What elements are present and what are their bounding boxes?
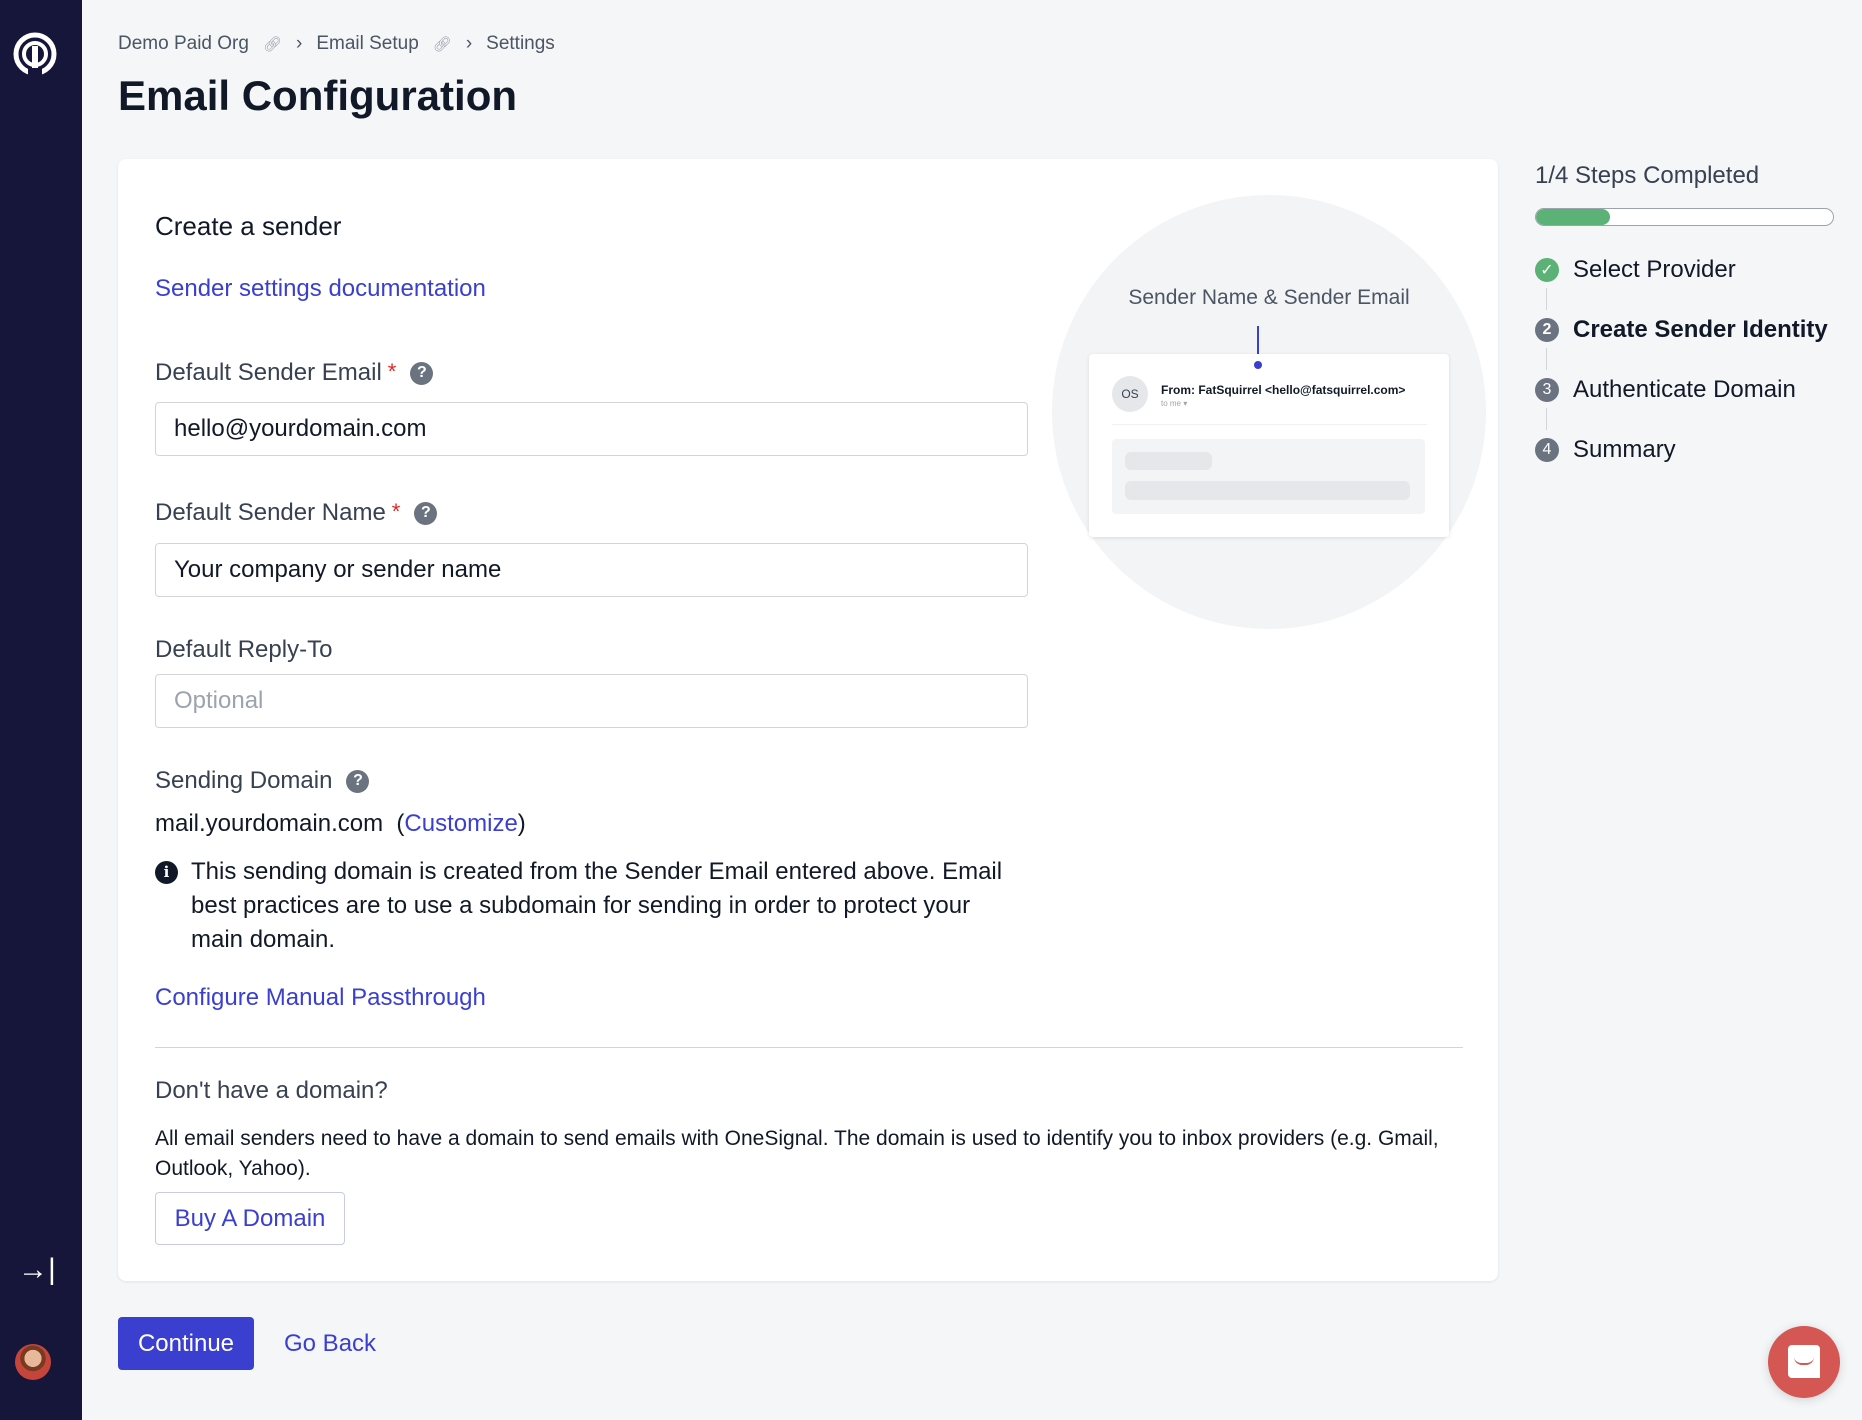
- onesignal-logo-icon[interactable]: [11, 30, 59, 78]
- email-label: Default Sender Email *?: [155, 359, 434, 387]
- step-label: Create Sender Identity: [1573, 316, 1828, 343]
- help-icon[interactable]: ?: [346, 769, 370, 793]
- passthrough-link[interactable]: Configure Manual Passthrough: [155, 984, 486, 1012]
- divider: [1112, 424, 1427, 425]
- breadcrumb-org[interactable]: Demo Paid Org: [118, 33, 249, 55]
- progress-bar: [1535, 208, 1834, 226]
- domain-value-row: mail.yourdomain.com (Customize): [155, 810, 526, 837]
- info-note: i This sending domain is created from the…: [155, 855, 1005, 957]
- chat-launcher-button[interactable]: [1768, 1326, 1840, 1398]
- required-marker: *: [391, 499, 401, 524]
- label-text: Sending Domain: [155, 767, 333, 794]
- breadcrumb: Demo Paid Org 🔗︎ › Email Setup 🔗︎ › Settin…: [118, 33, 555, 55]
- reply-label: Default Reply-To: [155, 636, 333, 663]
- email-preview: OS From: FatSquirrel <hello@fatsquirrel.…: [1089, 354, 1449, 537]
- chevron-right-icon: ›: [296, 33, 303, 54]
- step-connector: [1546, 348, 1547, 370]
- expand-sidebar-icon[interactable]: →|: [18, 1253, 56, 1287]
- domain-label: Sending Domain?: [155, 767, 370, 795]
- no-domain-text: All email senders need to have a domain …: [155, 1127, 1439, 1180]
- check-icon: ✓: [1535, 258, 1559, 282]
- user-avatar[interactable]: [15, 1344, 51, 1380]
- sender-avatar: OS: [1112, 376, 1148, 412]
- step-connector: [1546, 288, 1547, 310]
- progress-title: 1/4 Steps Completed: [1535, 162, 1760, 189]
- progress-panel: 1/4 Steps Completed ✓ Select Provider 2 Cr…: [1535, 162, 1834, 463]
- chat-icon: [1788, 1345, 1820, 1378]
- link-icon[interactable]: 🔗︎: [433, 35, 452, 53]
- continue-button[interactable]: Continue: [118, 1317, 254, 1370]
- step-label: Authenticate Domain: [1573, 376, 1796, 403]
- reply-to-input[interactable]: Optional: [155, 674, 1028, 728]
- preview-label: Sender Name & Sender Email: [1128, 286, 1410, 309]
- buy-domain-button[interactable]: Buy A Domain: [155, 1192, 345, 1245]
- info-text: This sending domain is created from the …: [191, 858, 1003, 953]
- link-icon[interactable]: 🔗︎: [263, 35, 282, 53]
- sender-email-input[interactable]: hello@yourdomain.com: [155, 402, 1028, 456]
- sidebar: →|: [0, 0, 82, 1420]
- pointer-dot: [1254, 361, 1262, 369]
- sender-card: Create a sender Sender settings document…: [118, 159, 1498, 1281]
- required-marker: *: [387, 359, 397, 384]
- step-connector: [1546, 408, 1547, 430]
- step-create-sender: 2 Create Sender Identity: [1535, 316, 1828, 344]
- go-back-link[interactable]: Go Back: [284, 1330, 376, 1358]
- chevron-right-icon: ›: [465, 33, 473, 54]
- docs-link[interactable]: Sender settings documentation: [155, 275, 486, 303]
- section-heading: Create a sender: [155, 211, 342, 241]
- step-number: 3: [1535, 378, 1559, 402]
- name-label: Default Sender Name *?: [155, 499, 438, 527]
- step-label: Summary: [1573, 436, 1676, 463]
- skeleton-line: [1125, 481, 1410, 500]
- sender-name-input[interactable]: Your company or sender name: [155, 543, 1028, 597]
- preview-to: to me ▾: [1161, 399, 1188, 408]
- progress-fill: [1536, 209, 1611, 225]
- breadcrumb-settings: Settings: [486, 33, 555, 54]
- preview-from: From: FatSquirrel <hello@fatsquirrel.com…: [1161, 383, 1406, 397]
- label-text: Default Sender Name: [155, 499, 386, 526]
- preview-body: [1112, 439, 1425, 514]
- step-summary: 4 Summary: [1535, 436, 1676, 464]
- step-number: 4: [1535, 438, 1559, 462]
- step-number: 2: [1535, 318, 1559, 342]
- breadcrumb-email-setup[interactable]: Email Setup: [316, 33, 418, 55]
- customize-link[interactable]: Customize: [404, 810, 517, 837]
- step-label: Select Provider: [1573, 256, 1736, 283]
- no-domain-heading: Don't have a domain?: [155, 1077, 388, 1104]
- step-select-provider: ✓ Select Provider: [1535, 256, 1736, 284]
- help-icon[interactable]: ?: [410, 361, 434, 385]
- step-authenticate-domain: 3 Authenticate Domain: [1535, 376, 1796, 404]
- domain-value: mail.yourdomain.com: [155, 810, 384, 837]
- skeleton-line: [1125, 452, 1212, 470]
- label-text: Default Sender Email: [155, 359, 382, 386]
- divider: [155, 1047, 1463, 1048]
- page-title: Email Configuration: [118, 72, 517, 119]
- help-icon[interactable]: ?: [414, 501, 438, 525]
- info-icon: i: [155, 861, 178, 884]
